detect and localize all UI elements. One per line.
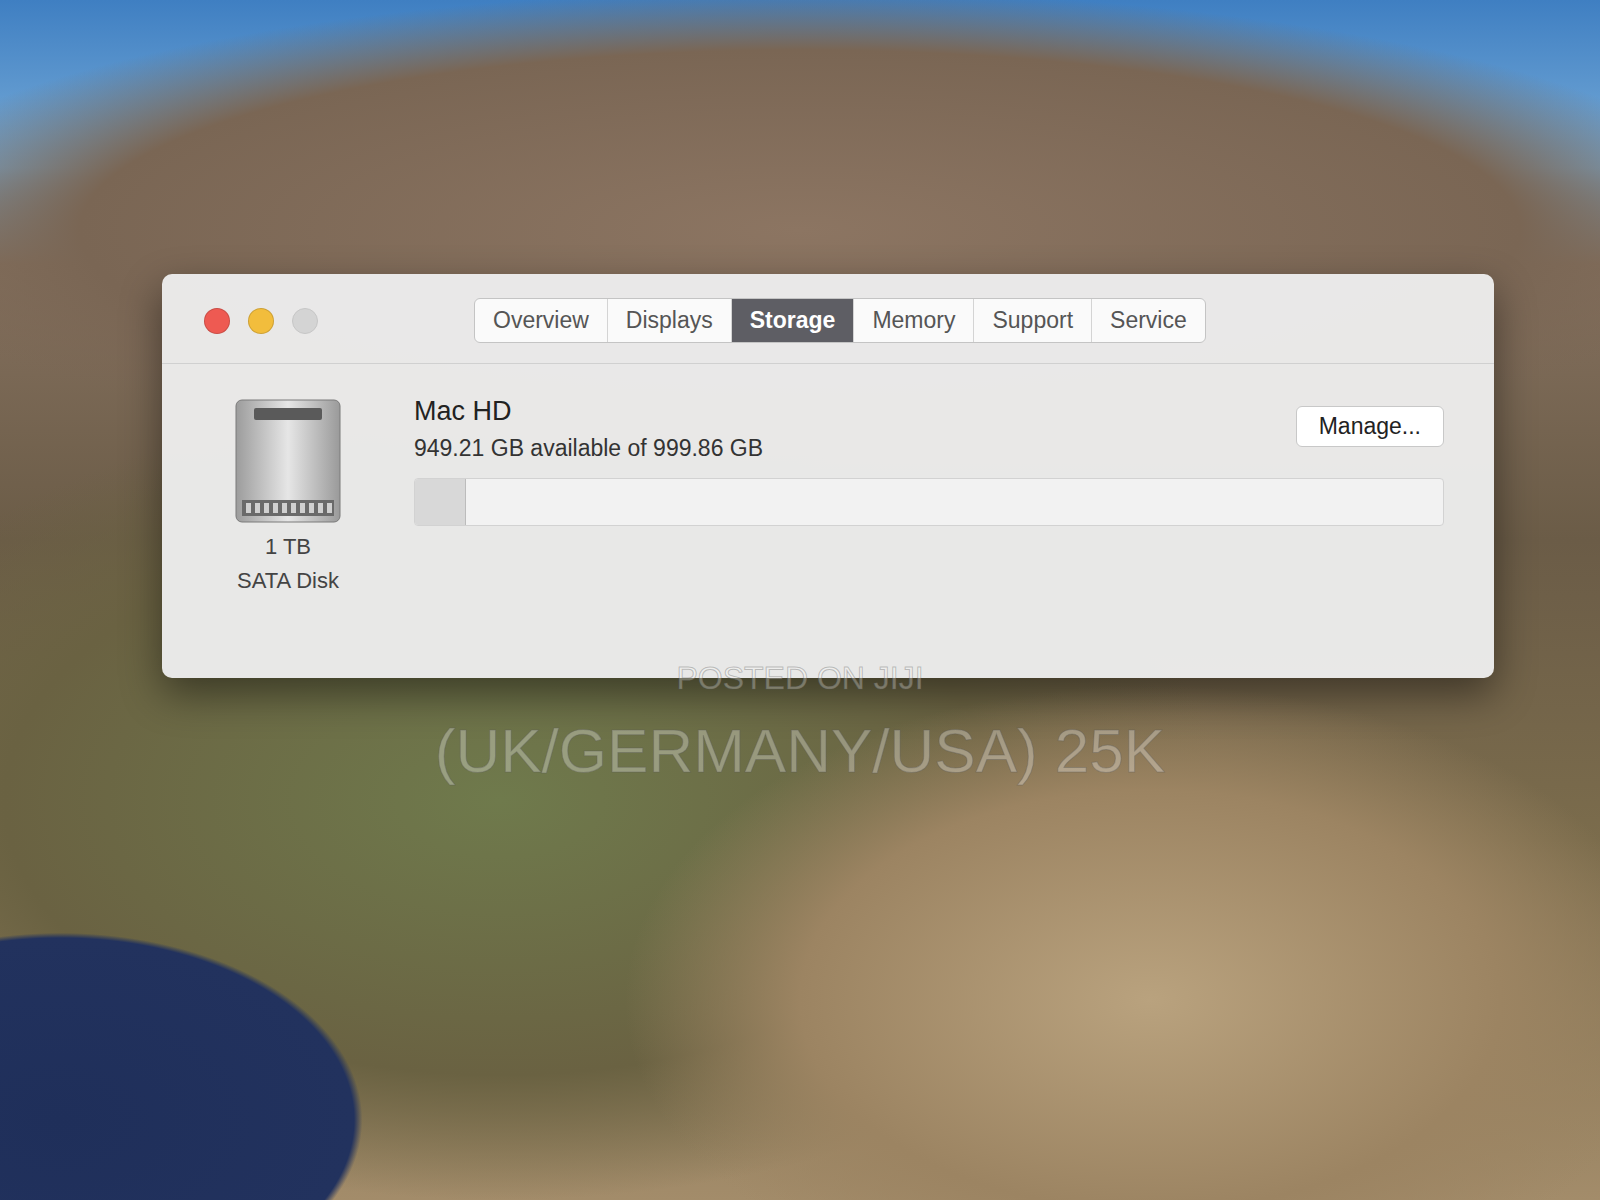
- zoom-button: [292, 308, 318, 334]
- watermark: (UK/GERMANY/USA) 25K: [0, 715, 1600, 786]
- tab[interactable]: Memory: [853, 299, 973, 342]
- disk-kind: SATA Disk: [237, 568, 339, 594]
- minimize-button[interactable]: [248, 308, 274, 334]
- tab[interactable]: Service: [1091, 299, 1205, 342]
- tab[interactable]: Support: [973, 299, 1091, 342]
- about-window: OverviewDisplaysStorageMemorySupportServ…: [162, 274, 1494, 678]
- desktop: OverviewDisplaysStorageMemorySupportServ…: [0, 0, 1600, 1200]
- disk-info: Mac HD 949.21 GB available of 999.86 GB Ma…: [414, 396, 1444, 594]
- disk-capacity: 1 TB: [265, 534, 311, 560]
- usage-fill: [415, 479, 466, 525]
- watermark: POSTED ON JIJI: [0, 660, 1600, 697]
- close-button[interactable]: [204, 308, 230, 334]
- hard-disk-icon: [232, 396, 344, 526]
- tab[interactable]: Displays: [607, 299, 731, 342]
- disk-summary: 949.21 GB available of 999.86 GB: [414, 435, 763, 462]
- title-bar: OverviewDisplaysStorageMemorySupportServ…: [162, 274, 1494, 364]
- disk-name: Mac HD: [414, 396, 763, 427]
- storage-row: 1 TB SATA Disk Mac HD 949.21 GB available o…: [162, 364, 1494, 634]
- usage-bar: [414, 478, 1444, 526]
- manage-button[interactable]: Manage...: [1296, 406, 1444, 447]
- tab[interactable]: Storage: [731, 299, 854, 342]
- window-controls: [204, 308, 424, 334]
- tab[interactable]: Overview: [475, 299, 607, 342]
- tab-bar: OverviewDisplaysStorageMemorySupportServ…: [474, 298, 1206, 343]
- disk-column: 1 TB SATA Disk: [218, 396, 358, 594]
